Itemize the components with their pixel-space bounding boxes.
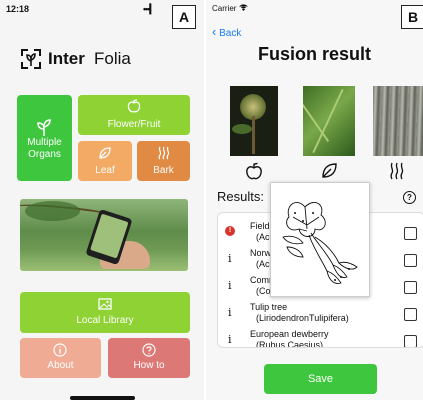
thumbnail-bark[interactable] <box>373 86 423 156</box>
logo-icon <box>21 49 41 69</box>
thumbnail-flower[interactable] <box>230 86 278 156</box>
logo-text-folia: Folia <box>94 49 131 68</box>
multiple-organs-button[interactable]: Multiple Organs <box>17 95 72 181</box>
bark-icon <box>158 146 170 160</box>
panel-tag-b: B <box>401 5 423 29</box>
chevron-left-icon: ‹ <box>212 24 217 39</box>
flower-fruit-label: Flower/Fruit <box>107 119 161 130</box>
phone-screen-b: Carrier B ‹ Back Fusion result Results: … <box>206 0 423 400</box>
about-label: About <box>47 360 74 371</box>
back-button[interactable]: ‹ Back <box>212 24 241 39</box>
result-latin: (LiriodendronTulipifera) <box>256 313 349 323</box>
foliage-shape <box>25 201 80 221</box>
result-name: Tulip tree <box>250 302 288 312</box>
multiple-organs-label: Multiple Organs <box>27 137 62 160</box>
back-label: Back <box>219 28 242 39</box>
warning-icon: ! <box>225 226 235 236</box>
save-button[interactable]: Save <box>264 364 377 394</box>
info-icon: i <box>228 306 232 319</box>
panel-tag-a: A <box>172 5 196 29</box>
leaf-button[interactable]: Leaf <box>78 141 132 181</box>
page-title: Fusion result <box>257 44 371 64</box>
help-icon: ? <box>407 193 412 202</box>
species-preview-popover <box>270 182 370 297</box>
image-icon <box>98 298 112 310</box>
result-checkbox[interactable] <box>404 281 417 294</box>
how-to-label: How to <box>133 360 165 371</box>
status-time: 12:18 <box>6 4 30 14</box>
info-icon: i <box>228 252 232 265</box>
how-to-button[interactable]: How to <box>108 338 190 378</box>
bark-icon <box>390 162 404 180</box>
about-button[interactable]: About <box>20 338 101 378</box>
result-checkbox[interactable] <box>404 308 417 321</box>
leaf-label: Leaf <box>95 165 115 176</box>
leaf-icon <box>322 163 337 178</box>
carrier-text: Carrier <box>212 4 237 13</box>
result-checkbox[interactable] <box>404 254 417 267</box>
home-indicator <box>70 396 135 400</box>
bark-button[interactable]: Bark <box>137 141 190 181</box>
sprout-icon <box>37 119 51 136</box>
info-icon <box>53 343 67 357</box>
wifi-icon <box>238 4 248 11</box>
question-icon <box>142 343 156 357</box>
apple-icon <box>127 99 141 113</box>
bark-label: Bark <box>153 165 174 176</box>
signal-icon: •••▎ <box>143 4 156 14</box>
result-checkbox[interactable] <box>404 335 417 347</box>
save-label: Save <box>307 373 334 385</box>
flower-fruit-button[interactable]: Flower/Fruit <box>78 95 190 135</box>
result-latin: (Rubus Caesius) <box>256 340 324 348</box>
help-button[interactable]: ? <box>403 191 416 204</box>
banner-photo <box>20 199 188 271</box>
results-label: Results: <box>217 189 264 204</box>
result-row[interactable]: i European dewberry (Rubus Caesius) <box>218 329 418 348</box>
info-icon: i <box>228 333 232 346</box>
apple-icon <box>246 162 262 180</box>
phone-screen-a: 12:18 •••▎ A Inter Folia Multiple Organs… <box>0 0 204 400</box>
result-row[interactable]: i Tulip tree (LiriodendronTulipifera) <box>218 302 418 324</box>
leaf-icon <box>99 147 111 159</box>
result-checkbox[interactable] <box>404 227 417 240</box>
carrier-label: Carrier <box>212 4 248 13</box>
info-icon: i <box>228 279 232 292</box>
botanical-drawing <box>282 202 358 284</box>
local-library-button[interactable]: Local Library <box>20 292 190 333</box>
thumbnail-leaf[interactable] <box>303 86 355 156</box>
logo-text-inter: Inter <box>48 49 85 68</box>
result-name: European dewberry <box>250 329 329 339</box>
local-library-label: Local Library <box>76 315 134 326</box>
